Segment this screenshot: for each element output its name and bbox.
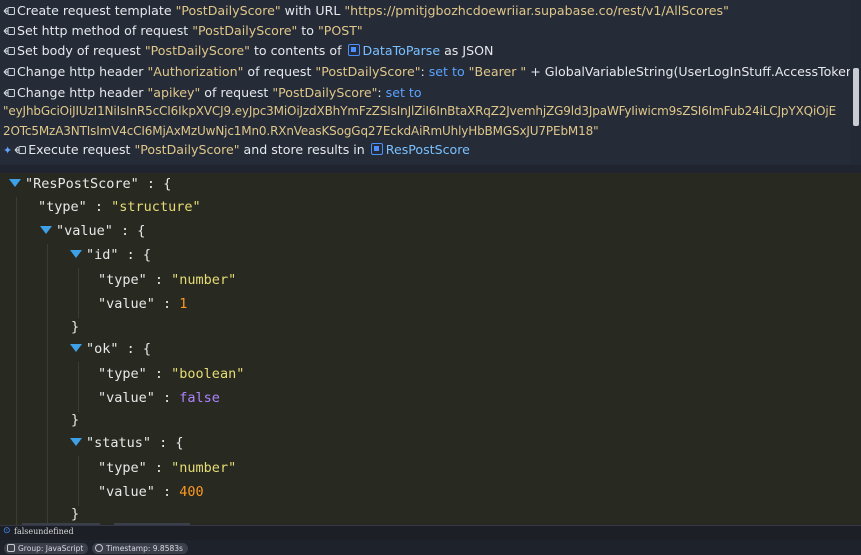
json-node-ok[interactable]: "ok" : { [70,339,151,359]
json-row-ok-type: "type" : "boolean" [98,366,245,382]
collapse-triangle-icon[interactable] [70,438,82,446]
collapse-triangle-icon[interactable] [9,179,21,187]
console-panel: ⊙ falseundefined Group: JavaScript Times… [0,523,861,555]
json-row-type: "type" : "structure" [38,199,201,215]
timestamp-badge-label: Timestamp: 9.8583s [106,544,183,553]
json-close-brace: } [71,412,80,428]
action-create-request[interactable]: Create request template "PostDailyScore"… [3,1,840,21]
json-row-status-value: "value" : 400 [98,484,204,500]
variable-icon [370,143,383,155]
json-close-brace: } [71,506,80,522]
json-row-ok-value: "value" : false [98,390,220,406]
group-icon [7,544,15,552]
request-icon [3,26,15,36]
action-set-body[interactable]: Set body of request "PostDailyScore" to … [3,41,840,61]
indent-guide [16,197,17,525]
console-output-line: ⊙ falseundefined [0,525,861,540]
json-node-status[interactable]: "status" : { [70,433,184,453]
action-header-apikey[interactable]: Change http header "apikey" of request "… [3,83,840,103]
indent-guide [78,268,79,318]
group-badge-label: Group: JavaScript [18,544,84,553]
json-node-res-post-score[interactable]: "ResPostScore" : { [9,174,171,194]
json-row-status-type: "type" : "number" [98,460,237,476]
action-set-method[interactable]: Set http method of request "PostDailySco… [3,21,840,41]
request-icon [14,145,27,155]
variable-res-post-score[interactable]: ResPostScore [386,142,470,157]
scrollbar-thumb[interactable] [853,68,859,126]
indent-guide [78,456,79,506]
collapse-triangle-icon[interactable] [70,250,82,258]
action-header-authorization[interactable]: Change http header "Authorization" of re… [3,62,850,82]
request-icon [3,6,15,16]
json-node-value[interactable]: "value" : { [40,221,145,241]
request-icon [3,88,15,98]
group-badge[interactable]: Group: JavaScript [4,543,89,554]
request-icon [3,67,15,77]
console-output-text: falseundefined [14,527,74,536]
json-close-brace: } [71,319,80,335]
timestamp-badge[interactable]: Timestamp: 9.8583s [92,543,188,554]
json-node-id[interactable]: "id" : { [70,245,151,265]
json-viewer: "ResPostScore" : { "type" : "structure" … [0,173,861,525]
indent-guide [78,362,79,412]
request-icon [3,46,15,56]
json-row-id-value: "value" : 1 [98,296,188,312]
clock-icon [95,544,103,552]
variable-icon [347,44,360,56]
collapse-triangle-icon[interactable] [70,344,82,352]
indent-guide [47,244,48,525]
sparkle-icon: ✦ [3,144,13,157]
json-row-id-type: "type" : "number" [98,272,237,288]
action-list: Create request template "PostDailyScore"… [0,0,850,165]
collapse-triangle-icon[interactable] [40,226,52,234]
variable-data-to-parse[interactable]: DataToParse [363,43,441,58]
apikey-token-value: "eyJhbGciOiJIUzI1NiIsInR5cCI6IkpXVCJ9.ey… [3,104,837,138]
action-list-scrollbar[interactable] [851,0,861,165]
console-prompt-icon: ⊙ [3,526,11,536]
panel-divider[interactable] [0,165,861,173]
action-execute-request[interactable]: ✦ Execute request "PostDailyScore" and st… [3,140,840,161]
